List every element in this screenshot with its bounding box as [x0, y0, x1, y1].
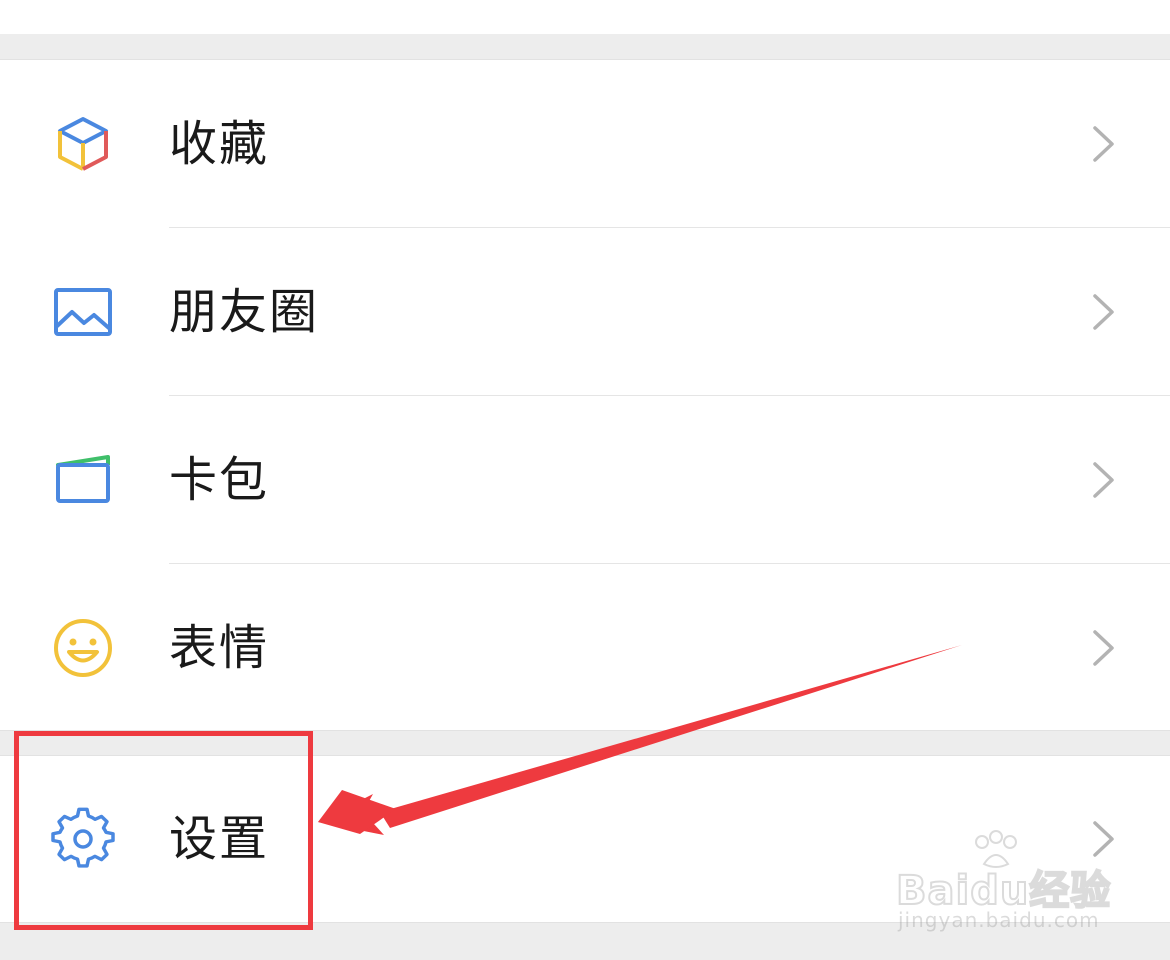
annotation-highlight-box [14, 731, 313, 930]
card-wallet-icon [50, 447, 116, 513]
menu-item-label: 收藏 [169, 116, 270, 172]
watermark-url: jingyan.baidu.com [898, 908, 1100, 932]
menu-item-label: 表情 [169, 620, 270, 676]
menu-item-moments[interactable]: 朋友圈 [0, 228, 1170, 396]
menu-group-main: 收藏 朋友圈 卡包 表情 [0, 59, 1170, 731]
menu-item-label: 卡包 [169, 452, 270, 508]
chevron-right-icon [1090, 292, 1118, 332]
chevron-right-icon [1090, 124, 1118, 164]
menu-item-cards[interactable]: 卡包 [0, 396, 1170, 564]
chevron-right-icon [1090, 460, 1118, 500]
top-section-strip [0, 0, 1170, 34]
favorites-cube-icon [50, 111, 116, 177]
menu-item-favorites[interactable]: 收藏 [0, 60, 1170, 228]
chevron-right-icon [1090, 628, 1118, 668]
menu-item-stickers[interactable]: 表情 [0, 564, 1170, 732]
moments-image-icon [50, 279, 116, 345]
sticker-smiley-icon [50, 615, 116, 681]
menu-item-label: 朋友圈 [169, 284, 320, 340]
baidu-watermark: Baidu经验 jingyan.baidu.com [895, 830, 1116, 940]
